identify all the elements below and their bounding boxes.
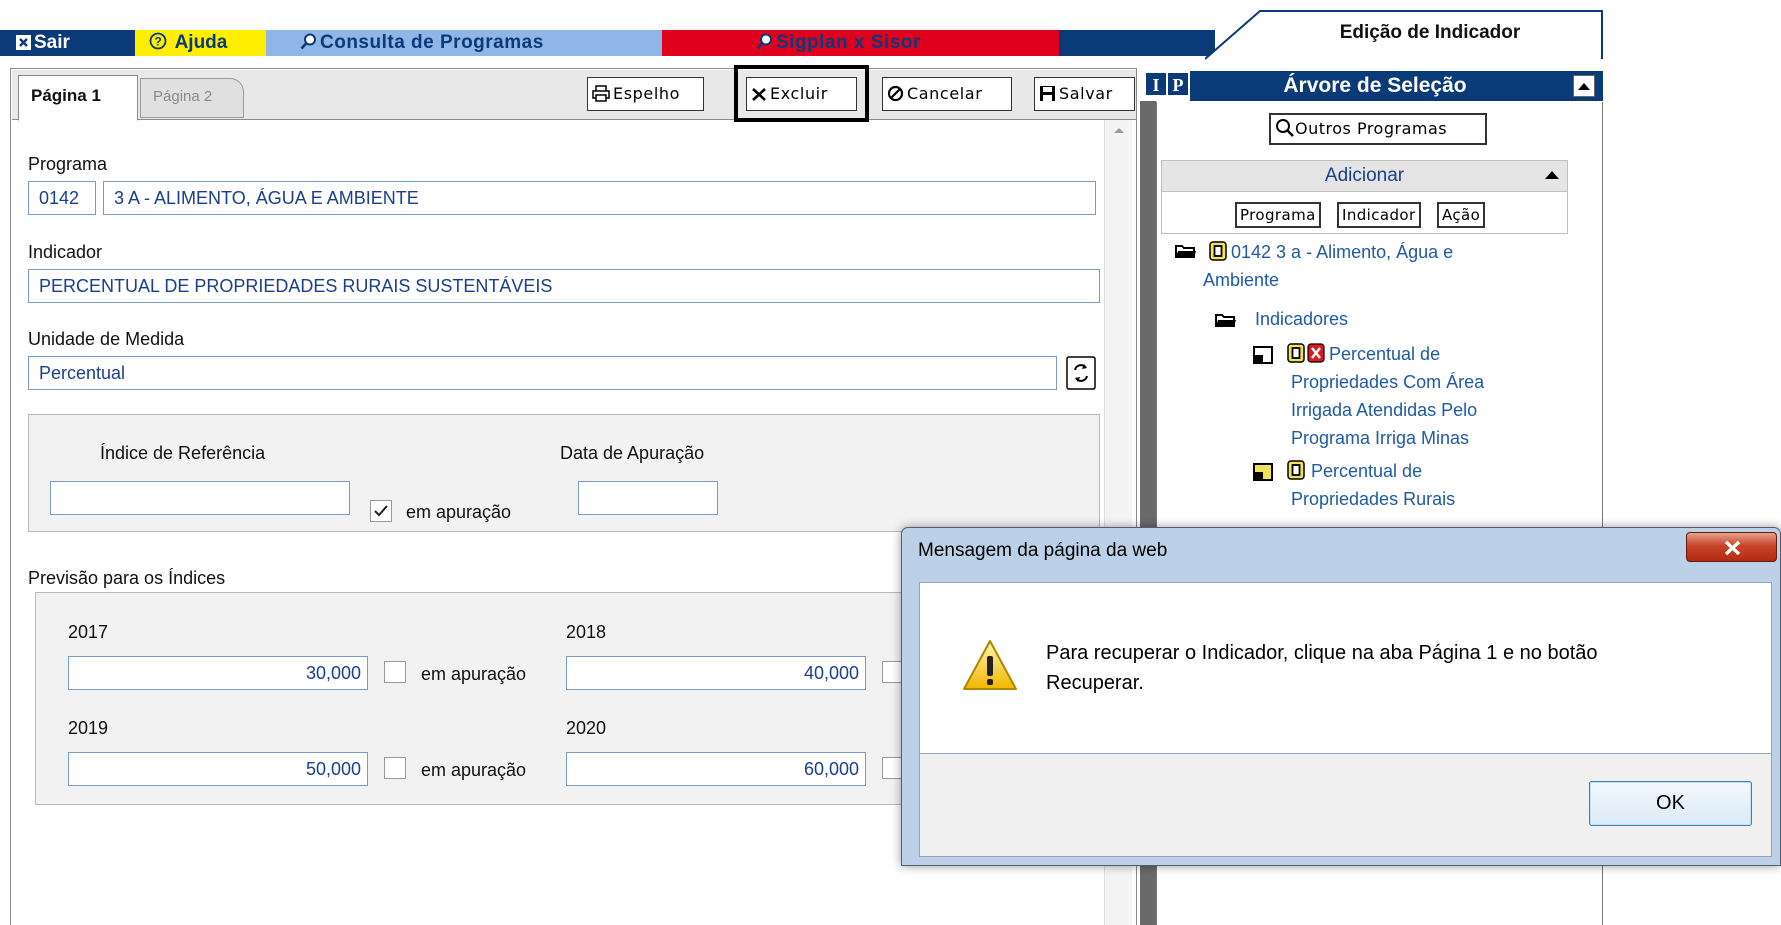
- previsao-checkbox[interactable]: [384, 757, 406, 779]
- indicador-node-icon: [1287, 460, 1305, 480]
- exit-icon: [16, 35, 31, 50]
- help-icon: ?: [149, 32, 167, 50]
- espelho-label: Espelho: [613, 84, 681, 103]
- dialog-message-line: Recuperar.: [1046, 672, 1144, 694]
- add-programa-button[interactable]: Programa: [1235, 202, 1321, 228]
- adicionar-label: Adicionar: [1324, 165, 1405, 186]
- previsao-value-field[interactable]: 30,000: [68, 656, 368, 690]
- previsao-label: Previsão para os Índices: [28, 568, 226, 588]
- unidade-label: Unidade de Medida: [28, 329, 185, 349]
- indice-referencia-checkbox-label: em apuração: [406, 502, 512, 522]
- expand-node-icon[interactable]: [1253, 463, 1273, 481]
- unidade-field[interactable]: Percentual: [28, 356, 1057, 390]
- tree-collapse-button[interactable]: [1573, 75, 1595, 97]
- menu-consulta-label: Consulta de Programas: [320, 32, 544, 53]
- tree-programa-node-cont[interactable]: Ambiente: [1203, 266, 1279, 294]
- tree-indicador-item-cont[interactable]: Propriedades Com Área: [1291, 368, 1484, 396]
- previsao-year: 2017: [68, 622, 109, 642]
- outros-programas-button[interactable]: Outros Programas: [1269, 113, 1487, 145]
- previsao-checkbox[interactable]: [384, 661, 406, 683]
- menu-sigplan-sisor[interactable]: Sigplan x Sisor: [662, 30, 1059, 56]
- previsao-year: 2019: [68, 718, 109, 738]
- espelho-button[interactable]: Espelho: [587, 77, 704, 111]
- indicador-field[interactable]: PERCENTUAL DE PROPRIEDADES RURAIS SUSTEN…: [28, 269, 1100, 303]
- i-button[interactable]: I: [1145, 72, 1167, 96]
- menu-consulta-programas[interactable]: Consulta de Programas: [266, 30, 662, 56]
- dialog-close-button[interactable]: [1686, 532, 1777, 562]
- add-indicador-button[interactable]: Indicador: [1337, 202, 1421, 228]
- programa-label: Programa: [28, 154, 108, 174]
- print-icon: [592, 85, 610, 102]
- tree-indicador-item-cont[interactable]: Programa Irriga Minas: [1291, 424, 1469, 452]
- close-icon: [1724, 540, 1741, 556]
- programa-name-field[interactable]: 3 A - ALIMENTO, ÁGUA E AMBIENTE: [103, 181, 1096, 215]
- previsao-value-field[interactable]: 60,000: [566, 752, 866, 786]
- p-button[interactable]: P: [1167, 72, 1189, 96]
- tree-indicador-item-cont[interactable]: Irrigada Atendidas Pelo: [1291, 396, 1477, 424]
- indice-referencia-field[interactable]: [50, 481, 350, 515]
- dialog-title: Mensagem da página da web: [918, 540, 1168, 561]
- search-icon: [1276, 119, 1294, 137]
- menu-sigplan-label: Sigplan x Sisor: [776, 32, 921, 53]
- warning-icon: [963, 640, 1017, 690]
- tree-title: Árvore de Seleção: [1283, 74, 1467, 97]
- add-acao-button[interactable]: Ação: [1437, 202, 1486, 228]
- outros-programas-label: Outros Programas: [1295, 119, 1448, 138]
- salvar-label: Salvar: [1059, 84, 1113, 103]
- dialog-message: Para recuperar o Indicador, clique na ab…: [1046, 638, 1726, 698]
- programa-code-field[interactable]: 0142: [28, 181, 96, 215]
- save-icon: [1040, 86, 1055, 101]
- indice-referencia-checkbox[interactable]: [370, 500, 392, 522]
- cancelar-label: Cancelar: [907, 84, 983, 103]
- indicador-node-icon: [1287, 343, 1305, 363]
- previsao-value-field[interactable]: 40,000: [566, 656, 866, 690]
- folder-open-icon: [1215, 314, 1236, 327]
- page-title: Edição de Indicador: [1339, 22, 1521, 43]
- tab-pagina-2[interactable]: Página 2: [140, 78, 244, 118]
- tree-indicadores-node[interactable]: Indicadores: [1255, 305, 1348, 333]
- excluir-button[interactable]: Excluir: [746, 77, 857, 111]
- scroll-up-icon[interactable]: [1105, 120, 1133, 140]
- folder-open-icon: [1175, 245, 1196, 258]
- programa-node-icon: [1209, 241, 1227, 261]
- check-icon: [374, 505, 388, 517]
- previsao-checkbox-label: em apuração: [421, 664, 527, 684]
- salvar-button[interactable]: Salvar: [1034, 77, 1135, 111]
- menu-ajuda[interactable]: ? Ajuda: [135, 30, 266, 56]
- cancelar-button[interactable]: Cancelar: [882, 77, 1012, 111]
- cancel-icon: [887, 85, 904, 102]
- previsao-checkbox-label: em apuração: [421, 760, 527, 780]
- previsao-year: 2020: [566, 718, 607, 738]
- search-icon: [756, 33, 772, 50]
- delete-icon: [752, 88, 766, 101]
- previsao-year: 2018: [566, 622, 607, 642]
- svg-text:?: ?: [154, 35, 161, 49]
- menu-sair-label: Sair: [34, 32, 70, 53]
- indicador-label: Indicador: [28, 242, 103, 262]
- deleted-icon: [1307, 343, 1325, 363]
- menu-ajuda-label: Ajuda: [174, 32, 228, 53]
- data-apuracao-label: Data de Apuração: [560, 443, 705, 463]
- dialog-message-line: Para recuperar o Indicador, clique na ab…: [1046, 642, 1598, 664]
- excluir-label: Excluir: [770, 84, 828, 103]
- collapse-icon[interactable]: [1543, 167, 1561, 183]
- data-apuracao-field[interactable]: [578, 481, 718, 515]
- ok-button[interactable]: OK: [1589, 781, 1752, 826]
- chevron-up-icon: [1578, 83, 1590, 90]
- tree-indicador-item[interactable]: Percentual de: [1311, 457, 1422, 485]
- expand-node-icon[interactable]: [1253, 346, 1273, 364]
- tab-pagina-1[interactable]: Página 1: [18, 75, 138, 121]
- refresh-icon[interactable]: [1066, 356, 1096, 390]
- previsao-value-field[interactable]: 50,000: [68, 752, 368, 786]
- tree-programa-node[interactable]: 0142 3 a - Alimento, Água e: [1231, 238, 1453, 266]
- tree-indicador-item-cont[interactable]: Propriedades Rurais: [1291, 485, 1455, 513]
- top-menu-bar: Sair ? Ajuda Consulta de Programas Sigpl…: [0, 30, 1215, 56]
- search-icon: [300, 33, 316, 50]
- indice-referencia-label: Índice de Referência: [100, 443, 266, 463]
- tree-indicador-item[interactable]: Percentual de: [1329, 340, 1440, 368]
- menu-sair[interactable]: Sair: [0, 30, 135, 56]
